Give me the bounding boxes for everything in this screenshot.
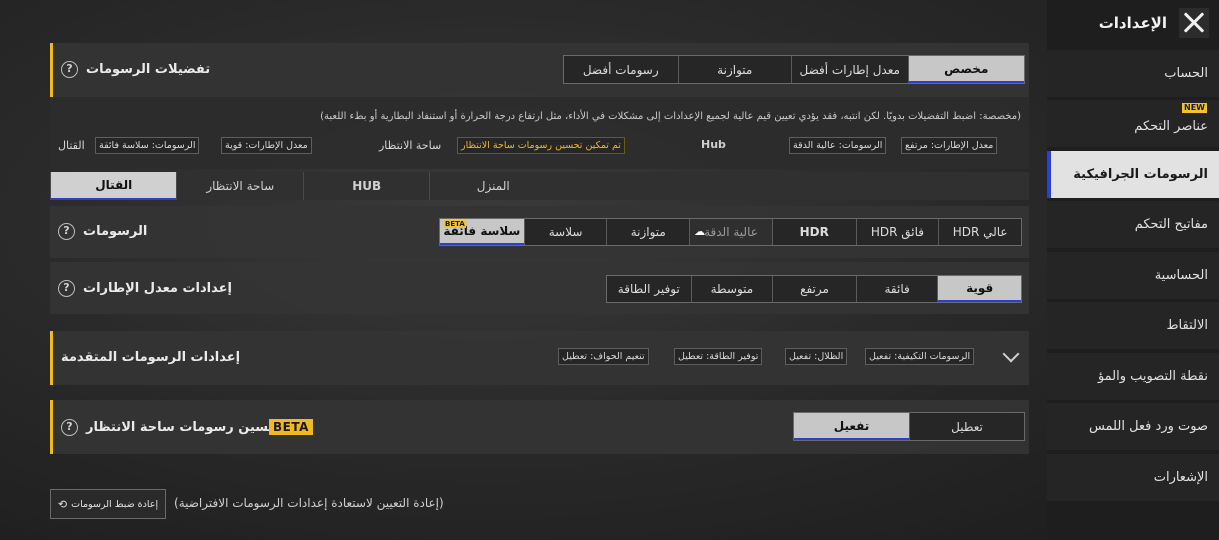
sidebar-item-notifications[interactable]: الإشعارات <box>1047 453 1219 501</box>
settings-sidebar: الإعدادات الحساب NEW عناصر التحكم الرسوم… <box>1047 0 1219 540</box>
reset-note: (إعادة التعيين لاستعادة إعدادات الرسومات… <box>174 496 444 510</box>
sidebar-item-label: الإشعارات <box>1153 469 1208 485</box>
beta-badge: BETA <box>269 419 313 435</box>
lobby-label: ساحة الانتظار <box>379 139 442 152</box>
graphics-option-smooth[interactable]: سلاسة <box>523 219 607 245</box>
fps-option-extreme[interactable]: قوية <box>937 276 1021 302</box>
help-icon[interactable]: ? <box>61 61 78 78</box>
sidebar-item-label: الرسومات الجرافيكية <box>1073 166 1208 182</box>
advanced-graphics-title: إعدادات الرسومات المتقدمة <box>61 350 241 365</box>
graphics-preference-row: تفضيلات الرسومات ? مخصص معدل إطارات أفضل… <box>50 43 1029 97</box>
pref-option-better-fps[interactable]: معدل إطارات أفضل <box>791 56 908 83</box>
sidebar-item-label: الالتقاط <box>1166 318 1208 333</box>
sidebar-item-account[interactable]: الحساب <box>1047 49 1219 97</box>
settings-title: الإعدادات <box>1098 14 1167 32</box>
graphics-option-hdr[interactable]: HDR <box>771 219 856 245</box>
combat-label: القتال <box>58 139 85 152</box>
tab-spacer <box>556 172 1029 200</box>
fps-option-power-saving[interactable]: توفير الطاقة <box>607 276 691 302</box>
row-title-text: إعدادات معدل الإطارات <box>83 281 232 296</box>
graphics-preference-title: تفضيلات الرسومات ? <box>61 61 210 78</box>
sidebar-item-crosshair[interactable]: نقطة التصويب والمؤ <box>1047 352 1219 400</box>
graphics-option-hdr-ultra[interactable]: فائق HDR <box>855 219 939 245</box>
hub-graphics-chip: الرسومات: عالية الدقة <box>789 137 887 154</box>
cloud-download-icon: ☁ <box>694 225 706 238</box>
sidebar-item-graphics[interactable]: الرسومات الجرافيكية <box>1047 150 1219 198</box>
graphics-quality-title: الرسومات ? <box>58 223 147 240</box>
combat-fps-chip: معدل الإطارات: قوية <box>221 137 312 154</box>
new-badge: NEW <box>1182 103 1207 113</box>
fps-option-medium[interactable]: متوسطة <box>690 276 773 302</box>
row-title-text: تفضيلات الرسومات <box>86 62 211 77</box>
tab-combat[interactable]: القتال <box>49 172 177 200</box>
combat-graphics-chip: الرسومات: سلاسة فائقة <box>95 137 200 154</box>
lobby-enhance-title: تحسين رسومات ساحة الانتظار ? <box>61 419 283 436</box>
lobby-enhance-row: تحسين رسومات ساحة الانتظار ? BETA تعطيل … <box>50 400 1029 454</box>
row-title-text: الرسومات <box>83 224 148 239</box>
anti-aliasing-chip: تنعيم الحواف: تعطيل <box>558 348 649 365</box>
lobby-enhance-enable[interactable]: تفعيل <box>794 413 909 440</box>
close-icon[interactable] <box>1179 8 1209 38</box>
sidebar-item-control-keys[interactable]: مفاتيح التحكم <box>1047 201 1219 248</box>
lobby-enhance-disable[interactable]: تعطيل <box>909 413 1024 440</box>
lobby-enhance-toggle: تعطيل تفعيل <box>793 412 1025 441</box>
graphics-option-hdr-high[interactable]: عالي HDR <box>938 219 1021 245</box>
tab-home[interactable]: المنزل <box>429 172 556 200</box>
frame-rate-selector: قوية فائقة مرتفع متوسطة توفير الطاقة <box>606 275 1022 303</box>
sidebar-item-label: عناصر التحكم <box>1134 119 1208 134</box>
reset-button-label: إعادة ضبط الرسومات <box>71 498 159 510</box>
chevron-down-icon[interactable] <box>1002 345 1020 363</box>
preference-description: (مخصصة: اضبط التفضيلات بدويًا. لكن انتبه… <box>320 111 1021 122</box>
sidebar-item-controls[interactable]: NEW عناصر التحكم <box>1047 100 1219 147</box>
sidebar-item-sensitivity[interactable]: الحساسية <box>1047 251 1219 299</box>
frame-rate-title: إعدادات معدل الإطارات ? <box>58 280 232 297</box>
beta-badge: BETA <box>443 220 466 228</box>
power-saving-chip: توفير الطاقة: تعطيل <box>674 348 763 365</box>
frame-rate-row: إعدادات معدل الإطارات ? قوية فائقة مرتفع… <box>50 262 1029 314</box>
graphics-quality-row: الرسومات ? عالي HDR فائق HDR HDR عالية ا… <box>50 206 1029 258</box>
pref-option-balanced[interactable]: متوازنة <box>677 56 792 83</box>
help-icon[interactable]: ? <box>58 280 75 297</box>
graphics-preference-selector: مخصص معدل إطارات أفضل متوازنة رسومات أفض… <box>563 55 1025 84</box>
graphics-quality-selector: عالي HDR فائق HDR HDR عالية الدقة ☁ متوا… <box>439 218 1022 246</box>
fps-option-high[interactable]: مرتفع <box>772 276 856 302</box>
sidebar-item-label: الحساسية <box>1154 267 1208 283</box>
pref-option-custom[interactable]: مخصص <box>907 56 1024 83</box>
reset-graphics-button[interactable]: إعادة ضبط الرسومات ⟲ <box>50 489 166 519</box>
sidebar-item-sound-haptics[interactable]: صوت ورد فعل اللمس <box>1047 403 1219 450</box>
mode-tabs: المنزل HUB ساحة الانتظار القتال <box>49 172 1029 200</box>
lobby-enhance-note: تم تمكين تحسين رسومات ساحة الانتظار <box>457 137 625 154</box>
row-title-text: تحسين رسومات ساحة الانتظار <box>86 420 283 435</box>
hub-label: Hub <box>701 138 726 151</box>
hub-fps-chip: معدل الإطارات: مرتفع <box>901 137 998 154</box>
sidebar-item-pickup[interactable]: الالتقاط <box>1047 302 1219 349</box>
graphics-option-hd[interactable]: عالية الدقة ☁ <box>689 219 772 245</box>
graphics-option-extreme-smooth[interactable]: سلاسة فائقة BETA <box>439 219 524 245</box>
tab-lobby[interactable]: ساحة الانتظار <box>176 172 303 200</box>
shadows-chip: الظلال: تفعيل <box>785 348 848 365</box>
adaptive-graphics-chip: الرسومات التكيفية: تفعيل <box>865 348 975 365</box>
sidebar-item-label: الحساب <box>1164 65 1208 81</box>
graphics-option-balanced[interactable]: متوازنة <box>606 219 689 245</box>
advanced-graphics-row[interactable]: إعدادات الرسومات المتقدمة الرسومات التكي… <box>50 331 1029 385</box>
sidebar-item-label: مفاتيح التحكم <box>1134 217 1208 232</box>
help-icon[interactable]: ? <box>61 419 78 436</box>
option-label: عالية الدقة <box>704 225 758 239</box>
pref-option-better-graphics[interactable]: رسومات أفضل <box>564 56 678 83</box>
reset-icon: ⟲ <box>57 497 68 511</box>
preference-summary <box>50 97 1029 169</box>
help-icon[interactable]: ? <box>58 223 75 240</box>
fps-option-ultra[interactable]: فائقة <box>855 276 938 302</box>
sidebar-header: الإعدادات <box>1047 0 1219 46</box>
sidebar-item-label: نقطة التصويب والمؤ <box>1097 368 1208 384</box>
sidebar-item-label: صوت ورد فعل اللمس <box>1088 419 1208 434</box>
tab-hub[interactable]: HUB <box>302 172 430 200</box>
